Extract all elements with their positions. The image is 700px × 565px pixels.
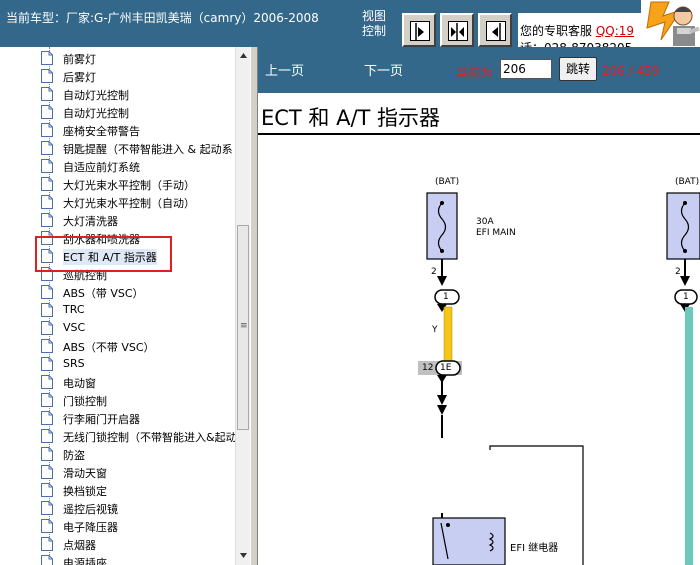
pin-2b-label: 2 [675, 267, 681, 277]
tree-item-label: 门锁控制 [63, 395, 107, 408]
tree-item-label: 电子降压器 [63, 521, 118, 534]
pane-splitter[interactable] [250, 47, 258, 565]
tree-item-label: VSC [63, 321, 86, 334]
component-tree[interactable]: 前雾灯后雾灯自动灯光控制 自动灯光控制 座椅安全带警告钥匙提醒（不带智能进入 & 起… [0, 47, 236, 565]
tree-item-label: 行李厢门开启器 [63, 413, 140, 426]
document-icon [41, 321, 53, 335]
fuse-rating: 30A [476, 217, 494, 227]
document-icon [41, 339, 53, 353]
service-phone: 话：028-87038205 [520, 39, 632, 47]
tree-item-label: 换档锁定 [63, 485, 107, 498]
scroll-thumb[interactable]: ≡ [237, 225, 249, 430]
yellow-wire [443, 306, 453, 367]
tree-item-label: SRS [63, 357, 85, 370]
pin-12-label: 12 [422, 363, 434, 373]
connector-1-label: 1 [443, 292, 449, 302]
show-right-view-button[interactable] [402, 13, 436, 47]
tree-item-label: ABS（不带 VSC） [63, 341, 155, 354]
document-icon [41, 375, 53, 389]
tree-item-label: 遥控后视镜 [63, 503, 118, 516]
document-icon [41, 285, 53, 299]
bat-label: (BAT) [435, 177, 460, 187]
tree-item-label: 前雾灯 [63, 53, 96, 66]
document-icon [41, 195, 53, 209]
document-icon [41, 447, 53, 461]
document-icon [41, 501, 53, 515]
page-navigation-bar: 上一页 下一页 当前为 跳转 206 / 459 [258, 47, 700, 93]
show-left-icon [492, 23, 501, 41]
tree-item-label: 滑动天窗 [63, 467, 107, 480]
service-label: 您的专职客服 [520, 24, 593, 38]
scroll-down-arrow-icon[interactable] [236, 547, 251, 564]
split-icon [451, 23, 464, 41]
prev-page-link[interactable]: 上一页 [265, 60, 304, 79]
tree-item-label: 后雾灯 [63, 71, 96, 84]
wire-color-label: Y [432, 325, 438, 335]
document-icon [41, 537, 53, 551]
relay-label: EFI 继电器 [510, 543, 559, 554]
page-count: 206 / 459 [602, 64, 660, 78]
page-number-input[interactable] [500, 59, 552, 79]
split-view-button[interactable] [440, 13, 474, 47]
grip-icon: ≡ [240, 321, 248, 331]
tree-item-label: 大灯光束水平控制（手动） [63, 179, 195, 192]
document-icon [41, 429, 53, 443]
wiring-diagram: ECT 和 A/T 指示器 (BAT) (BAT) 30A EFI MAIN 2… [258, 93, 700, 565]
document-icon [41, 51, 53, 65]
tree-item-label: 自适应前灯系统 [63, 161, 140, 174]
qq-link[interactable]: QQ:19 [596, 24, 634, 38]
tree-scrollbar[interactable]: ≡ [235, 47, 251, 565]
tree-item-label: 大灯光束水平控制（自动） [63, 197, 195, 210]
document-icon [41, 465, 53, 479]
efi-relay [432, 517, 506, 565]
document-icon [41, 105, 53, 119]
tree-item-label: 自动灯光控制 [63, 89, 129, 102]
document-icon [41, 177, 53, 191]
car-model-info: 当前车型：厂家:G-广州丰田凯美瑞（camry）2006-2008 [6, 11, 319, 25]
document-icon [41, 159, 53, 173]
tree-item-label: 大灯清洗器 [63, 215, 118, 228]
bat-label-2: (BAT) [675, 177, 700, 187]
circuit-drawing [418, 192, 700, 565]
tree-item-label: 电源插座 [63, 557, 107, 565]
show-right-icon [415, 23, 424, 41]
current-page-label: 当前为 [456, 66, 493, 80]
tree-item-label: 座椅安全带警告 [63, 125, 140, 138]
tree-item-label: 自动灯光控制 [63, 107, 129, 120]
show-left-view-button[interactable] [478, 13, 512, 47]
tree-item-label: 无线门锁控制（不带智能进入&起动 [63, 431, 236, 444]
document-icon [41, 357, 53, 371]
document-icon [41, 303, 53, 317]
selection-highlight-box [35, 236, 172, 272]
document-icon [41, 87, 53, 101]
document-icon [41, 141, 53, 155]
connector-1b-label: 1 [683, 292, 689, 302]
document-icon [41, 213, 53, 227]
scroll-up-arrow-icon[interactable] [236, 47, 251, 64]
tree-item-label: TRC [63, 303, 85, 316]
document-icon [41, 519, 53, 533]
document-icon [41, 483, 53, 497]
document-icon [41, 393, 53, 407]
document-icon [41, 123, 53, 137]
tree-item-label: 防盗 [63, 449, 85, 462]
top-header: 当前车型：厂家:G-广州丰田凯美瑞（camry）2006-2008 视图控制 您… [0, 0, 700, 47]
fuse-name: EFI MAIN [476, 228, 516, 238]
tree-item-label: ABS（带 VSC） [63, 287, 144, 300]
connector-1e-label: 1E [440, 363, 452, 373]
next-page-link[interactable]: 下一页 [364, 60, 403, 79]
teal-wire [685, 307, 693, 565]
document-icon [41, 69, 53, 83]
document-icon [41, 411, 53, 425]
tree-item-label: 点烟器 [63, 539, 96, 552]
customer-service-box: 您的专职客服 QQ:19 话：028-87038205 [518, 13, 641, 47]
document-icon [41, 555, 53, 565]
mascot-logo [641, 0, 700, 47]
tree-item-label: 钥匙提醒（不带智能进入 & 起动系 [63, 143, 233, 156]
jump-button[interactable]: 跳转 [559, 57, 597, 81]
pin-2-label: 2 [431, 267, 437, 277]
tree-item-label: 电动窗 [63, 377, 96, 390]
view-control-label: 视图控制 [362, 9, 387, 38]
